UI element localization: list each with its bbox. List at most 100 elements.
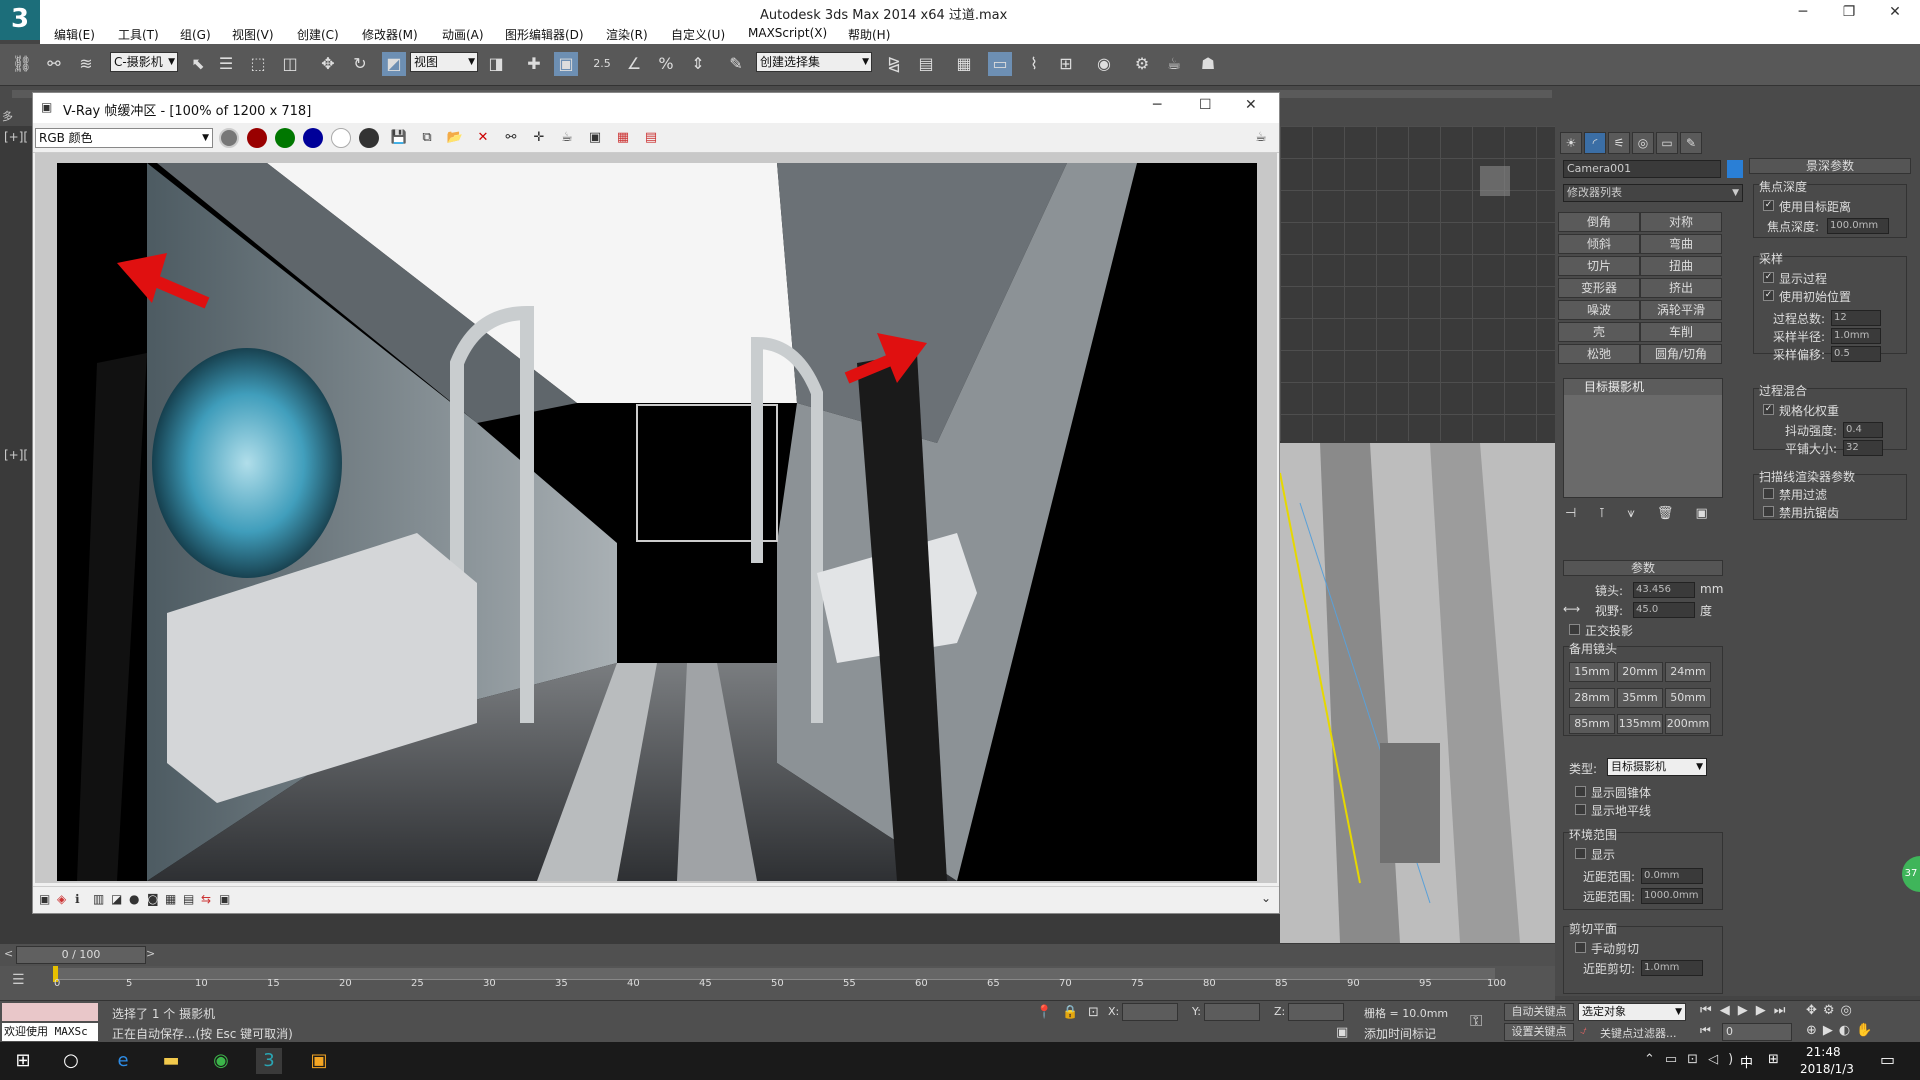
modify-tab-icon[interactable]: ◜ — [1584, 132, 1606, 154]
edit-named-selection-icon[interactable]: ✎ — [724, 52, 748, 76]
rgb-channel-icon[interactable] — [219, 128, 239, 148]
move-icon[interactable]: ✥ — [316, 52, 340, 76]
mod-shell-button[interactable]: 壳 — [1558, 322, 1640, 342]
vray-taskbar-icon[interactable]: ▣ — [306, 1048, 332, 1074]
mod-relax-button[interactable]: 松弛 — [1558, 344, 1640, 364]
viewport-camera[interactable] — [1279, 443, 1555, 943]
render-teapot-icon[interactable]: ☕ — [1251, 128, 1271, 148]
view-cube[interactable] — [1480, 166, 1510, 196]
file-explorer-icon[interactable]: ▬ — [158, 1048, 184, 1074]
ab-compare-2-icon[interactable]: ▤ — [641, 128, 661, 148]
utilities-tab-icon[interactable]: ✎ — [1680, 132, 1702, 154]
vfb-info-icon[interactable]: ℹ — [75, 892, 80, 906]
system-tray-icons[interactable]: ⌃▭⊡◁) — [1644, 1052, 1743, 1067]
auto-key-button[interactable]: 自动关键点 — [1504, 1003, 1574, 1021]
mod-symmetry-button[interactable]: 对称 — [1640, 212, 1722, 232]
mod-morpher-button[interactable]: 变形器 — [1558, 278, 1640, 298]
schematic-view-icon[interactable]: ⊞ — [1054, 52, 1078, 76]
vfb-expand-icon[interactable]: ⌄ — [1261, 891, 1271, 905]
align-icon[interactable]: ▤ — [914, 52, 938, 76]
show-end-result-icon[interactable]: ⊺ — [1598, 506, 1605, 521]
add-time-tag[interactable]: 添加时间标记 — [1364, 1025, 1436, 1042]
mod-bend-button[interactable]: 弯曲 — [1640, 234, 1722, 254]
select-object-icon[interactable]: ⬉ — [186, 52, 210, 76]
y-coordinate-field[interactable] — [1204, 1003, 1260, 1021]
modifier-stack[interactable]: 目标摄影机 — [1563, 378, 1723, 498]
lens-135mm-button[interactable]: 135mm — [1617, 714, 1663, 734]
red-channel-icon[interactable] — [247, 128, 267, 148]
vfb-ocio-icon[interactable]: ⇆ — [201, 892, 211, 906]
sample-radius-spinner[interactable]: 1.0mm — [1831, 328, 1881, 344]
current-frame-field[interactable]: 0 — [1722, 1023, 1792, 1041]
time-slider[interactable]: < 0 / 100 > — [0, 944, 1555, 966]
hierarchy-tab-icon[interactable]: ⚟ — [1608, 132, 1630, 154]
time-next-icon[interactable]: > — [146, 947, 155, 960]
save-icon[interactable]: 💾 — [389, 128, 409, 148]
maxscript-mini-listener[interactable]: 欢迎使用 MAXSc — [2, 1023, 98, 1041]
restore-button[interactable]: ❐ — [1826, 0, 1872, 24]
time-slider-thumb[interactable]: 0 / 100 — [16, 946, 146, 964]
menu-graph-editors[interactable]: 图形编辑器(D) — [505, 26, 584, 43]
vfb-pixel-icon[interactable]: ▣ — [219, 892, 230, 906]
viewport-top-right[interactable] — [1280, 126, 1555, 441]
render-production-icon[interactable]: ☗ — [1196, 52, 1220, 76]
lens-200mm-button[interactable]: 200mm — [1665, 714, 1711, 734]
time-prev-icon[interactable]: < — [4, 947, 13, 960]
menu-modifiers[interactable]: 修改器(M) — [362, 26, 418, 43]
spinner-snap-icon[interactable]: ⇕ — [686, 52, 710, 76]
use-initial-checkbox[interactable]: ✓ — [1763, 290, 1774, 301]
playback-controls[interactable]: ⏮◀▶▶⏭ — [1700, 1003, 1793, 1018]
region-render-icon[interactable]: ▣ — [585, 128, 605, 148]
object-color-swatch[interactable] — [1727, 160, 1743, 178]
render-setup-icon[interactable]: ⚙ — [1130, 52, 1154, 76]
search-icon[interactable]: ○ — [58, 1048, 84, 1074]
menu-rendering[interactable]: 渲染(R) — [606, 26, 648, 43]
mod-noise-button[interactable]: 噪波 — [1558, 300, 1640, 320]
teapot-icon[interactable]: ☕ — [557, 128, 577, 148]
curve-editor-icon[interactable]: ⌇ — [1022, 52, 1046, 76]
mod-lathe-button[interactable]: 车削 — [1640, 322, 1722, 342]
disable-filter-checkbox[interactable] — [1763, 488, 1774, 499]
menu-animation[interactable]: 动画(A) — [442, 26, 484, 43]
rotate-icon[interactable]: ↻ — [348, 52, 372, 76]
mod-turbosmooth-button[interactable]: 涡轮平滑 — [1640, 300, 1722, 320]
mono-channel-icon[interactable] — [359, 128, 379, 148]
menu-maxscript[interactable]: MAXScript(X) — [748, 26, 827, 40]
named-selection-combo[interactable]: 创建选择集 ▼ — [756, 52, 872, 72]
menu-edit[interactable]: 编辑(E) — [54, 26, 95, 43]
mod-bevel-button[interactable]: 倒角 — [1558, 212, 1640, 232]
lens-85mm-button[interactable]: 85mm — [1569, 714, 1615, 734]
dither-spinner[interactable]: 0.4 — [1843, 422, 1883, 438]
clear-icon[interactable]: ✕ — [473, 128, 493, 148]
fov-spinner[interactable]: 45.0 — [1633, 602, 1695, 618]
total-passes-spinner[interactable]: 12 — [1831, 310, 1881, 326]
menu-group[interactable]: 组(G) — [180, 26, 211, 43]
viewport-label-bottom[interactable]: [+][ — [4, 448, 28, 462]
ime-mode-icon[interactable]: ⊞ — [1768, 1052, 1779, 1067]
track-mouse-icon[interactable]: ✛ — [529, 128, 549, 148]
normalize-checkbox[interactable]: ✓ — [1763, 404, 1774, 415]
clock-date[interactable]: 2018/1/3 — [1800, 1062, 1854, 1076]
render-canvas[interactable] — [35, 153, 1277, 883]
vfb-srgb-icon[interactable]: ◙ — [147, 892, 159, 906]
bind-space-warp-icon[interactable]: ≋ — [74, 52, 98, 76]
render-frame-icon[interactable]: ☕ — [1162, 52, 1186, 76]
key-filters-button[interactable]: 关键点过滤器... — [1600, 1025, 1677, 1041]
vfb-lut-icon[interactable]: ▦ — [165, 892, 176, 906]
menu-tools[interactable]: 工具(T) — [118, 26, 159, 43]
tile-size-spinner[interactable]: 32 — [1843, 440, 1883, 456]
far-range-spinner[interactable]: 1000.0mm — [1641, 888, 1703, 904]
show-passes-checkbox[interactable]: ✓ — [1763, 272, 1774, 283]
z-coordinate-field[interactable] — [1288, 1003, 1344, 1021]
vfb-h-icon[interactable]: ▤ — [183, 892, 194, 906]
key-icon[interactable]: ⚿ — [1470, 1011, 1482, 1031]
lens-24mm-button[interactable]: 24mm — [1665, 662, 1711, 682]
keyboard-shortcut-icon[interactable]: ▣ — [554, 52, 578, 76]
snap-toggle-icon[interactable]: 2.5 — [590, 52, 614, 76]
edge-browser-icon[interactable]: e — [110, 1048, 136, 1074]
app-logo[interactable]: 3 — [0, 0, 40, 40]
absolute-mode-icon[interactable]: ⊡ — [1088, 1005, 1099, 1020]
rect-selection-icon[interactable]: ⬚ — [246, 52, 270, 76]
display-tab-icon[interactable]: ▭ — [1656, 132, 1678, 154]
mirror-icon[interactable]: ⧎ — [882, 52, 906, 76]
